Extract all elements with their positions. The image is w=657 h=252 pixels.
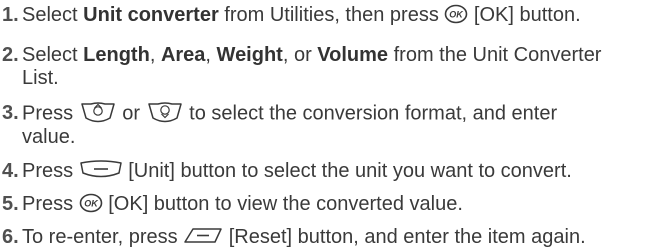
text: , [149,44,161,66]
left-soft-key-icon [79,159,123,180]
step-number: 3. [2,102,19,124]
text: Press [22,102,79,125]
text: Select [22,4,84,26]
text: , [205,44,217,66]
step-number: 5. [2,193,19,215]
svg-text:OK: OK [450,9,465,19]
step-number: 6. [2,226,19,248]
option-name: Volume [317,44,389,66]
text: To re-enter, press [22,226,184,248]
menu-name: Unit converter [83,4,219,26]
nav-up-key-icon [79,100,117,124]
option-name: Length [83,44,150,66]
text-continuation: value. [22,126,76,148]
ok-key-icon: OK [444,4,468,24]
text: Select [22,44,84,66]
text: from the Unit Converter [388,44,602,66]
step-number: 1. [2,4,19,26]
option-name: Area [160,44,206,66]
text: [Unit] button to select the unit you wan… [122,160,572,182]
text: [OK] button to view the converted value. [102,193,463,215]
text-continuation: List. [22,67,59,89]
step-text: Select Unit converter from Utilities, th… [22,4,657,27]
step-text: Press [Unit] button to select the unit y… [22,159,657,183]
step-text: Select Length, Area, Weight, or Volume f… [22,44,657,90]
step-number: 2. [2,44,19,66]
step-text: Press or to select the conversion format… [22,102,657,149]
text: [OK] button. [468,4,581,26]
text: Press [22,160,79,182]
text: from Utilities, then press [218,4,445,26]
ok-key-icon: OK [79,193,103,213]
text: Press [22,193,79,215]
text: [Reset] button, and enter the item again… [223,226,586,248]
right-soft-key-icon [183,226,223,246]
nav-down-key-icon [146,100,184,124]
option-name: Weight [216,44,283,66]
step-number: 4. [2,160,19,182]
step-text: To re-enter, press [Reset] button, and e… [22,226,657,249]
text: , or [282,44,318,66]
svg-text:OK: OK [84,198,99,208]
step-text: Press OK [OK] button to view the convert… [22,193,657,216]
text: or [116,102,146,125]
text: to select the conversion format, and ent… [183,102,558,125]
